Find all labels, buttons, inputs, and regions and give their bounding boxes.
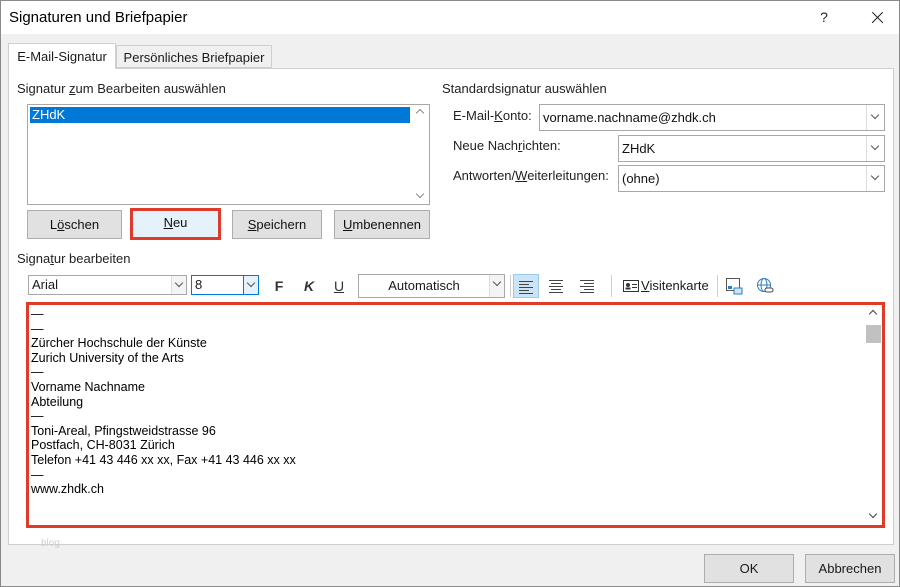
- font-size-value: 8: [195, 277, 203, 292]
- default-signature-label: Standardsignatur auswählen: [442, 81, 607, 96]
- bold-button[interactable]: F: [269, 274, 289, 298]
- signature-text[interactable]: — — Zürcher Hochschule der Künste Zurich…: [31, 307, 296, 497]
- chevron-down-icon[interactable]: [489, 275, 504, 297]
- chevron-down-icon[interactable]: [866, 136, 884, 161]
- align-left-button[interactable]: [513, 274, 539, 298]
- hyperlink-icon[interactable]: [756, 277, 774, 295]
- editor-line: Abteilung: [31, 394, 84, 409]
- italic-button[interactable]: K: [299, 274, 319, 298]
- list-scrollbar[interactable]: [412, 105, 429, 204]
- scroll-up-icon[interactable]: [868, 309, 878, 319]
- delete-button[interactable]: Löschen: [27, 210, 122, 239]
- insert-picture-icon[interactable]: [725, 277, 743, 295]
- title-bar: Signaturen und Briefpapier ?: [1, 1, 899, 34]
- tab-personal-stationery[interactable]: Persönliches Briefpapier: [116, 45, 272, 68]
- edit-signature-label: Signatur bearbeiten: [17, 251, 131, 266]
- editor-line: —: [31, 307, 44, 321]
- replies-value: (ohne): [622, 171, 660, 186]
- editor-line: Telefon +41 43 446 xx xx, Fax +41 43 446…: [31, 452, 296, 467]
- font-color-select[interactable]: Automatisch: [358, 274, 505, 298]
- chevron-down-icon[interactable]: [243, 276, 258, 294]
- editor-line: Vorname Nachname: [31, 379, 145, 394]
- chevron-down-icon[interactable]: [866, 105, 884, 130]
- scroll-up-icon[interactable]: [415, 108, 425, 118]
- toolbar-separator: [611, 275, 612, 297]
- ok-button[interactable]: OK: [704, 554, 794, 583]
- font-value: Arial: [32, 277, 59, 292]
- align-center-button[interactable]: [543, 274, 569, 298]
- business-card-button[interactable]: Visitenkarte: [621, 274, 711, 298]
- save-button[interactable]: Speichern: [232, 210, 322, 239]
- email-account-select[interactable]: vorname.nachname@zhdk.ch: [539, 104, 885, 131]
- editor-line: Toni-Areal, Pfingstweidstrasse 96: [31, 423, 216, 438]
- watermark: blog: [41, 538, 60, 549]
- scroll-down-icon[interactable]: [868, 509, 878, 519]
- scroll-down-icon[interactable]: [415, 189, 425, 199]
- editor-line: Zürcher Hochschule der Künste: [31, 336, 207, 351]
- tab-label-accel: P: [123, 50, 133, 65]
- font-size-select[interactable]: 8: [191, 275, 259, 295]
- scroll-thumb[interactable]: [866, 325, 881, 343]
- email-account-value: vorname.nachname@zhdk.ch: [543, 110, 716, 125]
- align-right-button[interactable]: [573, 274, 599, 298]
- editor-scrollbar[interactable]: [865, 305, 882, 525]
- cancel-button[interactable]: Abbrechen: [805, 554, 895, 583]
- new-button[interactable]: Neu: [130, 208, 221, 240]
- close-icon[interactable]: [859, 5, 895, 31]
- business-card-label: Visitenkarte: [641, 278, 709, 293]
- replies-select[interactable]: (ohne): [618, 165, 885, 192]
- editor-line: —: [31, 409, 44, 424]
- editor-line: Postfach, CH-8031 Zürich: [31, 438, 175, 453]
- underline-button[interactable]: U: [329, 274, 349, 298]
- business-card-icon: [623, 280, 639, 292]
- editor-line: —: [31, 321, 44, 336]
- tab-label: ersönliches Briefpapier: [132, 50, 265, 65]
- replies-label: Antworten/Weiterleitungen:: [453, 168, 609, 183]
- tab-email-signature[interactable]: E-Mail-Signatur: [8, 43, 116, 69]
- tab-label: -Mail-Signatur: [25, 49, 107, 64]
- select-signature-label: Signatur zum Bearbeiten auswählen: [17, 81, 226, 96]
- window-title: Signaturen und Briefpapier: [9, 9, 188, 26]
- signature-editor[interactable]: — — Zürcher Hochschule der Künste Zurich…: [26, 302, 885, 528]
- new-messages-value: ZHdK: [622, 141, 656, 156]
- email-account-label: E-Mail-Konto:: [453, 108, 532, 123]
- chevron-down-icon[interactable]: [171, 276, 186, 294]
- rename-button[interactable]: Umbenennen: [334, 210, 430, 239]
- signature-list[interactable]: ZHdK: [27, 104, 430, 205]
- list-item[interactable]: ZHdK: [30, 107, 410, 123]
- editor-line: —: [31, 365, 44, 380]
- chevron-down-icon[interactable]: [866, 166, 884, 191]
- editor-line: www.zhdk.ch: [31, 482, 104, 497]
- help-button[interactable]: ?: [807, 5, 841, 31]
- new-messages-select[interactable]: ZHdK: [618, 135, 885, 162]
- font-color-value: Automatisch: [388, 278, 460, 293]
- toolbar-separator: [510, 275, 511, 297]
- editor-line: Zurich University of the Arts: [31, 350, 184, 365]
- tab-label-accel: E: [17, 49, 26, 64]
- font-select[interactable]: Arial: [28, 275, 187, 295]
- signatures-dialog: Signaturen und Briefpapier ? E-Mail-Sign…: [0, 0, 900, 587]
- toolbar-separator: [717, 275, 718, 297]
- new-messages-label: Neue Nachrichten:: [453, 138, 561, 153]
- editor-line: —: [31, 467, 44, 482]
